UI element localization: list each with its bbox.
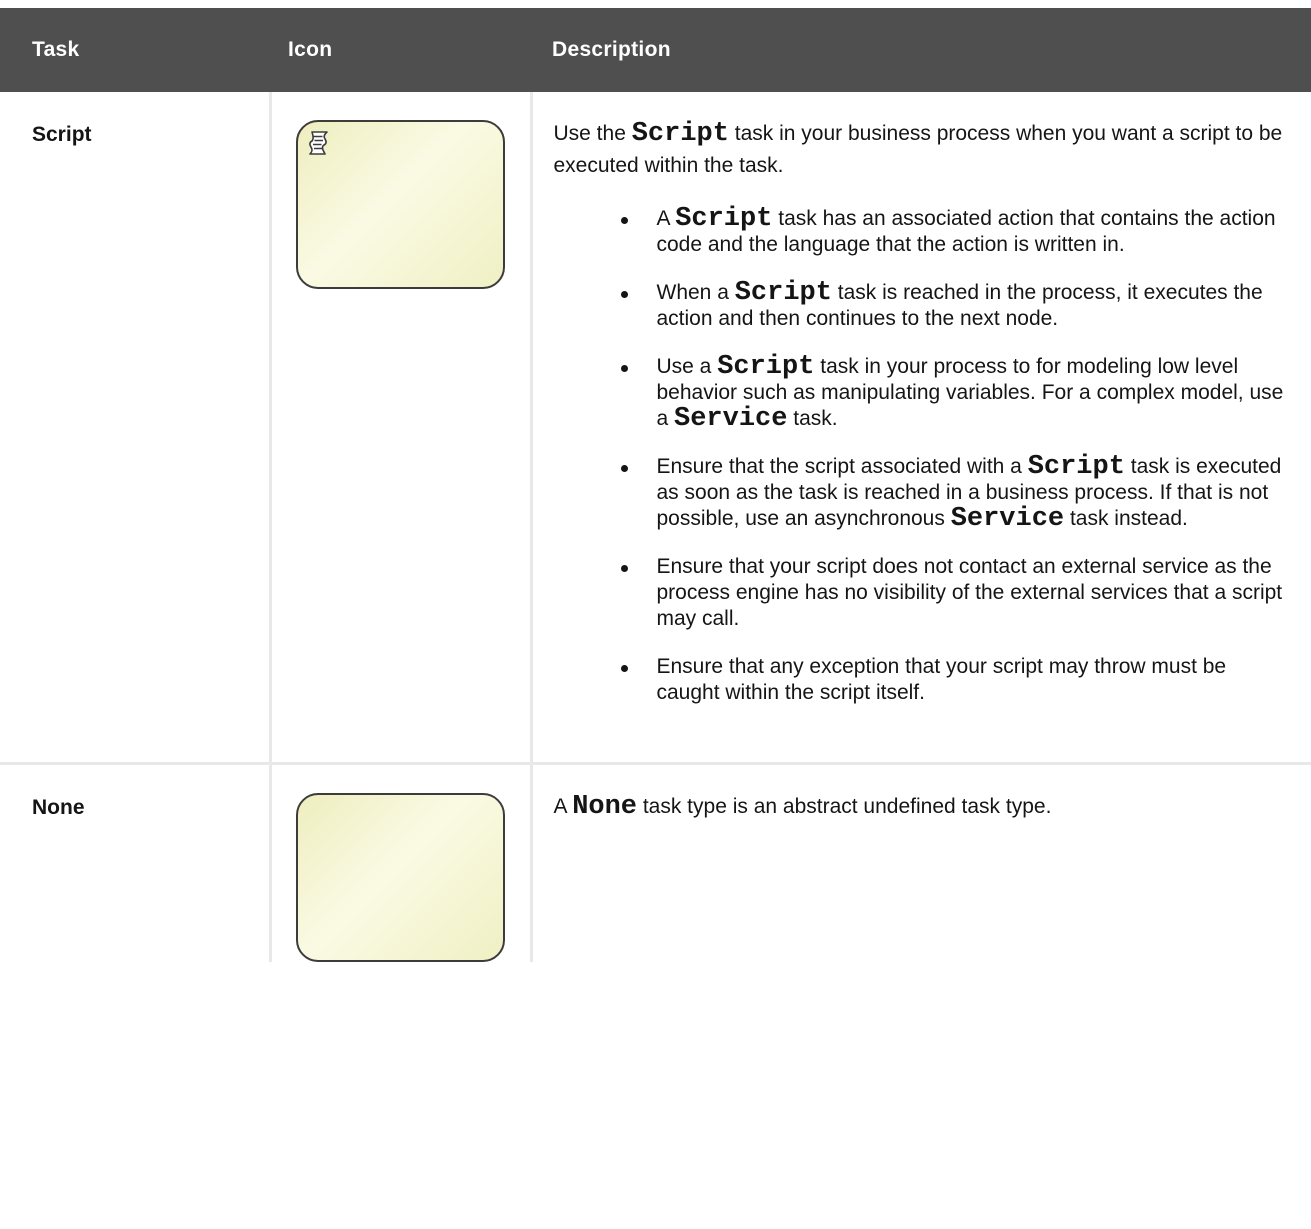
header-description: Description: [552, 38, 671, 61]
list-item: Ensure that your script does not contact…: [620, 554, 1294, 632]
header-icon: Icon: [288, 38, 333, 61]
none-task-icon: [295, 793, 505, 962]
header-task: Task: [32, 38, 80, 61]
script-scroll-icon: [306, 130, 330, 156]
list-item: When a Script task is reached in the pro…: [620, 280, 1294, 332]
description-none: A None task type is an abstract undefine…: [531, 764, 1311, 963]
description-bullet-list: A Script task has an associated action t…: [554, 206, 1294, 706]
table-row-none: None A None task type is an abstract und…: [0, 763, 1311, 963]
script-task-icon: [295, 120, 505, 289]
list-item: Use a Script task in your process to for…: [620, 354, 1294, 433]
table-row-script: Script Use the Script task in your busin…: [0, 92, 1311, 765]
list-item: A Script task has an associated action t…: [620, 206, 1294, 258]
task-name-none: None: [0, 763, 272, 962]
list-item: Ensure that any exception that your scri…: [620, 654, 1294, 706]
table-header-row: Task Icon Description: [0, 8, 1311, 92]
description-intro: Use the Script task in your business pro…: [553, 119, 1283, 177]
description-script: Use the Script task in your business pro…: [531, 92, 1311, 765]
task-name-script: Script: [0, 92, 272, 765]
list-item: Ensure that the script associated with a…: [620, 454, 1294, 533]
icon-cell-script: [270, 92, 533, 765]
icon-cell-none: [270, 763, 533, 962]
description-intro: A None task type is an abstract undefine…: [553, 792, 1052, 822]
task-types-table: Task Icon Description Script Use the Scr…: [0, 8, 1311, 962]
